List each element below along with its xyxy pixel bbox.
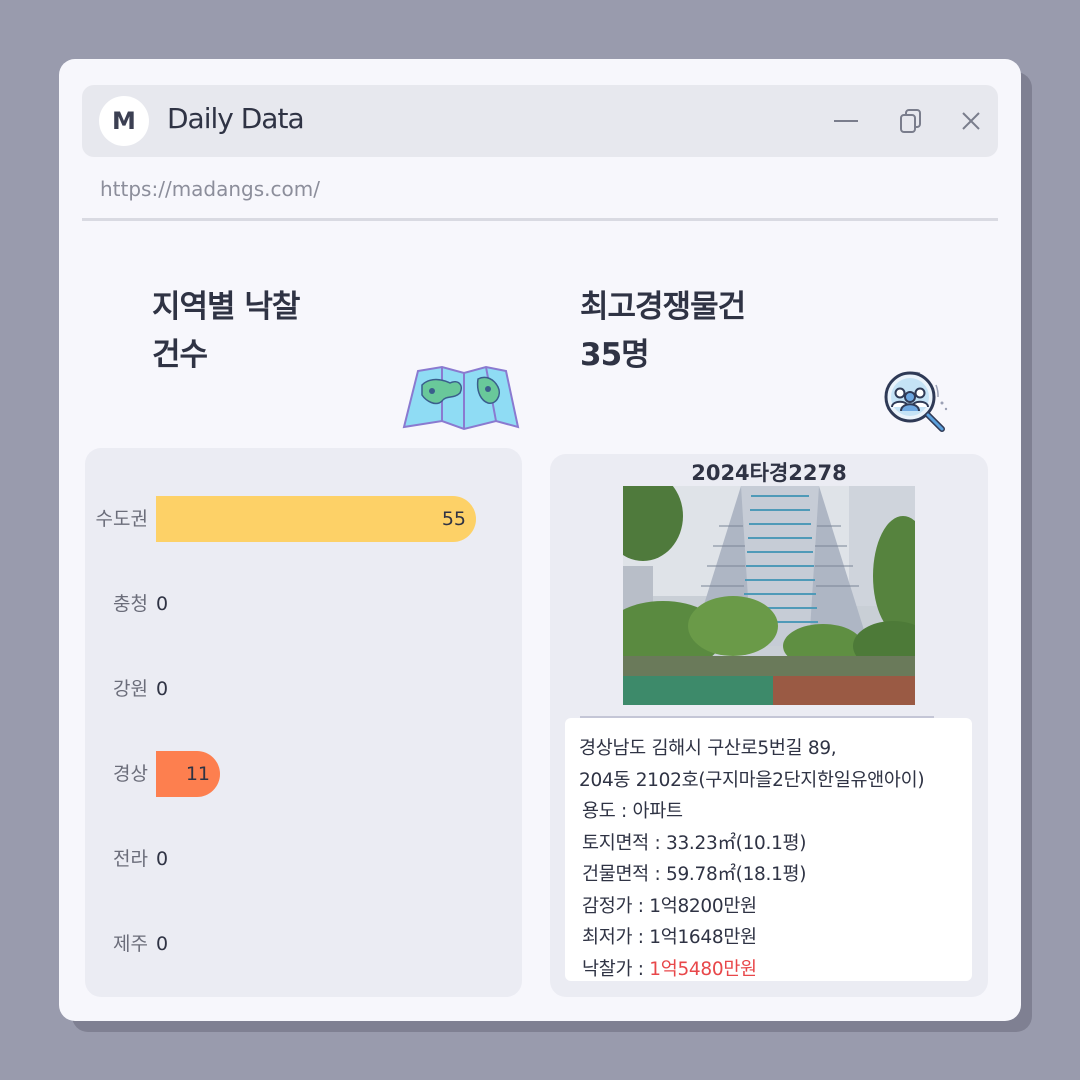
top-competition-heading: 최고경쟁물건 35명	[580, 283, 840, 379]
region-heading-line2: 건수	[152, 337, 208, 373]
region-value: 55	[441, 508, 466, 530]
appraisal-value: 1억8200만원	[649, 895, 757, 917]
land-area-row: 토지면적 : 33.23㎡(10.1평)	[579, 828, 972, 860]
close-icon	[962, 112, 980, 130]
region-value: 0	[156, 678, 169, 700]
region-label: 경상	[113, 763, 148, 785]
region-row: 경상 11	[85, 751, 522, 797]
usage-value: 아파트	[632, 801, 683, 822]
property-card: 2024타경2278 경상남도 김해시 구산로5번길 89, 204동 2102…	[550, 454, 988, 997]
land-area-label: 토지면적 :	[582, 832, 666, 854]
appraisal-label: 감정가 :	[582, 895, 650, 917]
top-competition-heading-line1: 최고경쟁물건	[580, 289, 746, 325]
close-button[interactable]	[955, 105, 987, 137]
app-logo: M	[99, 96, 149, 146]
region-label: 제주	[113, 933, 148, 955]
region-heading: 지역별 낙찰 건수	[152, 283, 412, 379]
building-area-label: 건물면적 :	[582, 864, 666, 885]
appraisal-row: 감정가 : 1억8200만원	[579, 891, 972, 923]
region-row: 수도권 55	[85, 496, 522, 542]
region-label: 전라	[113, 848, 148, 870]
map-icon	[402, 365, 520, 431]
usage-row: 용도 : 아파트	[579, 796, 972, 828]
property-photo	[623, 486, 915, 705]
region-value: 11	[185, 763, 210, 785]
region-row: 제주 0	[85, 921, 522, 967]
building-area-value: 59.78㎡(18.1평)	[665, 864, 807, 885]
winning-bid-row: 낙찰가 : 1억5480만원	[579, 954, 972, 986]
minimum-row: 최저가 : 1억1648만원	[579, 922, 972, 954]
address-bar-url[interactable]: https://madangs.com/	[100, 177, 320, 201]
minimum-value: 1억1648만원	[649, 927, 757, 948]
region-row: 전라 0	[85, 836, 522, 882]
region-value: 0	[156, 593, 169, 615]
address-line1: 경상남도 김해시 구산로5번길 89,	[579, 738, 837, 759]
minimize-icon	[834, 120, 858, 122]
restore-button[interactable]	[895, 105, 927, 137]
building-area-row: 건물면적 : 59.78㎡(18.1평)	[579, 859, 972, 891]
minimum-label: 최저가 :	[582, 927, 650, 948]
region-heading-line1: 지역별 낙찰	[152, 289, 300, 325]
address-bar-divider	[82, 218, 998, 221]
app-window: M Daily Data https://madangs.com/ 지역별 낙찰…	[59, 59, 1021, 1021]
region-row: 강원 0	[85, 666, 522, 712]
winning-bid-value: 1억5480만원	[649, 958, 757, 980]
winning-bid-label: 낙찰가 :	[582, 958, 650, 980]
region-value: 0	[156, 933, 169, 955]
region-chart-card: 수도권 55 충청 0 강원 0 경상 11 전라 0 제주 0	[85, 448, 522, 997]
top-competition-count: 35명	[580, 337, 650, 373]
restore-icon	[900, 109, 921, 133]
land-area-value: 33.23㎡(10.1평)	[665, 832, 807, 854]
region-label: 수도권	[95, 508, 148, 530]
property-info: 경상남도 김해시 구산로5번길 89, 204동 2102호(구지마을2단지한일…	[565, 718, 972, 981]
address-line2: 204동 2102호(구지마을2단지한일유앤아이)	[579, 769, 925, 791]
region-label: 강원	[113, 678, 148, 700]
people-search-icon	[884, 371, 948, 432]
title-bar: M Daily Data	[82, 85, 998, 157]
usage-label: 용도 :	[582, 801, 633, 822]
minimize-button[interactable]	[830, 105, 862, 137]
app-title: Daily Data	[167, 102, 305, 135]
case-number: 2024타경2278	[691, 461, 847, 485]
region-label: 충청	[113, 593, 148, 615]
region-row: 충청 0	[85, 581, 522, 627]
region-value: 0	[156, 848, 169, 870]
